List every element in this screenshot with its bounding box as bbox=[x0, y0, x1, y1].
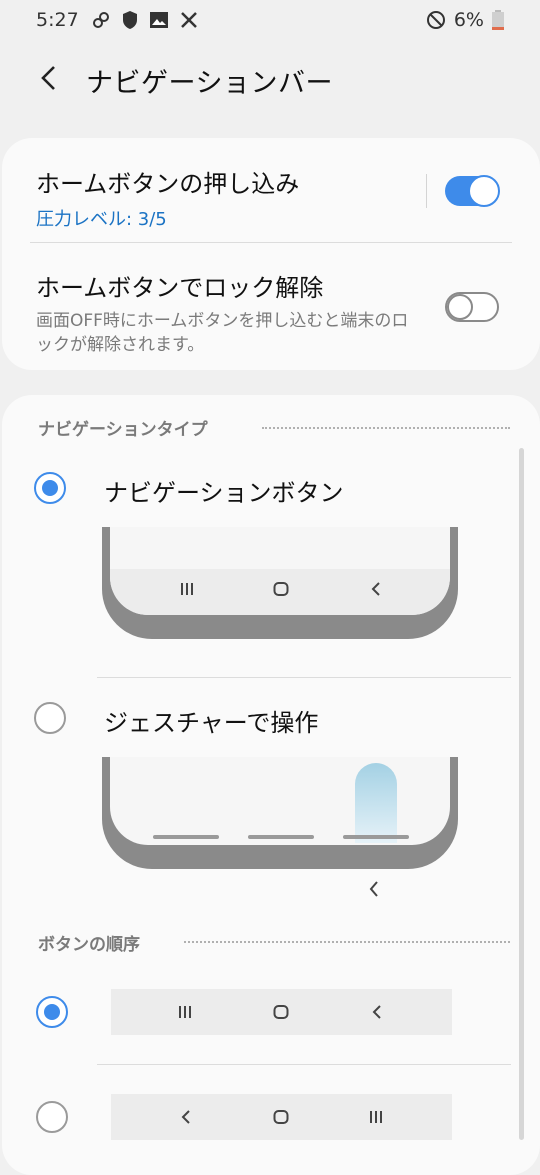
home-button-unlock-row[interactable]: ホームボタンでロック解除 画面OFF時にホームボタンを押し込むと端末のロックが解… bbox=[36, 268, 506, 357]
back-button[interactable] bbox=[26, 57, 72, 103]
gesture-bar-center bbox=[248, 835, 314, 839]
order-option-1-radio[interactable] bbox=[36, 996, 68, 1028]
section-dotted-line bbox=[262, 427, 510, 429]
nav-buttons-label[interactable]: ナビゲーションボタン bbox=[104, 473, 344, 508]
section-dotted-line bbox=[184, 941, 510, 943]
home-button-unlock-description: 画面OFF時にホームボタンを押し込むと端末のロックが解除されます。 bbox=[36, 311, 409, 355]
pressure-level-text: 圧力レベル: 3/5 bbox=[36, 209, 167, 230]
app-header: ナビゲーションバー bbox=[0, 52, 540, 108]
home-button-unlock-toggle[interactable] bbox=[445, 292, 499, 322]
preview-nav-strip bbox=[110, 569, 450, 615]
home-button-unlock-title: ホームボタンでロック解除 bbox=[36, 274, 324, 302]
toggle-knob bbox=[468, 175, 500, 207]
back-icon bbox=[181, 1110, 191, 1124]
button-order-header: ボタンの順序 bbox=[38, 935, 140, 955]
home-button-press-row[interactable]: ホームボタンの押し込み 圧力レベル: 3/5 bbox=[36, 164, 506, 231]
gesture-bar-left bbox=[153, 835, 219, 839]
back-icon bbox=[371, 582, 381, 596]
nav-type-header: ナビゲーションタイプ bbox=[38, 420, 208, 440]
gestures-radio[interactable] bbox=[34, 702, 66, 734]
dnd-icon bbox=[426, 10, 446, 30]
link-icon bbox=[91, 10, 111, 30]
gestures-preview[interactable] bbox=[102, 757, 458, 869]
recents-icon bbox=[180, 582, 194, 596]
nav-buttons-radio[interactable] bbox=[34, 472, 66, 504]
page-title: ナビゲーションバー bbox=[86, 67, 333, 99]
preview-screen bbox=[110, 527, 450, 615]
gesture-swipe-indicator bbox=[355, 763, 397, 843]
nav-buttons-preview[interactable] bbox=[102, 527, 458, 639]
gestures-label[interactable]: ジェスチャーで操作 bbox=[104, 703, 318, 738]
image-icon bbox=[149, 11, 169, 29]
home-button-press-toggle[interactable] bbox=[445, 175, 500, 207]
status-bar: 5:27 6% bbox=[0, 0, 540, 40]
gesture-bar-right bbox=[343, 835, 409, 839]
home-button-press-title: ホームボタンの押し込み bbox=[36, 170, 300, 198]
recents-icon bbox=[369, 1110, 383, 1124]
order-option-1-bar[interactable] bbox=[111, 989, 452, 1035]
status-time: 5:27 bbox=[36, 9, 79, 31]
back-icon bbox=[372, 1005, 382, 1019]
toggle-knob bbox=[447, 294, 473, 320]
order-option-2-radio[interactable] bbox=[36, 1101, 68, 1133]
navigation-settings-card: ナビゲーションタイプ ナビゲーションボタン ジェスチャーで操作 ボタンの順序 bbox=[2, 395, 540, 1175]
recents-icon bbox=[178, 1005, 192, 1019]
preview-screen bbox=[110, 757, 450, 845]
divider bbox=[30, 242, 512, 243]
home-button-settings-card: ホームボタンの押し込み 圧力レベル: 3/5 ホームボタンでロック解除 画面OF… bbox=[2, 138, 540, 370]
home-icon bbox=[273, 1005, 289, 1019]
battery-percentage: 6% bbox=[453, 9, 484, 31]
vertical-divider bbox=[426, 174, 427, 208]
battery-icon bbox=[492, 10, 504, 30]
back-arrow-icon bbox=[39, 65, 59, 95]
divider bbox=[97, 677, 511, 678]
home-icon bbox=[273, 1110, 289, 1124]
back-icon bbox=[369, 881, 379, 901]
divider bbox=[97, 1064, 511, 1065]
home-icon bbox=[273, 582, 289, 596]
shield-icon bbox=[121, 10, 139, 30]
scrollbar[interactable] bbox=[519, 448, 524, 1140]
tools-icon bbox=[179, 10, 199, 30]
order-option-2-bar[interactable] bbox=[111, 1094, 452, 1140]
